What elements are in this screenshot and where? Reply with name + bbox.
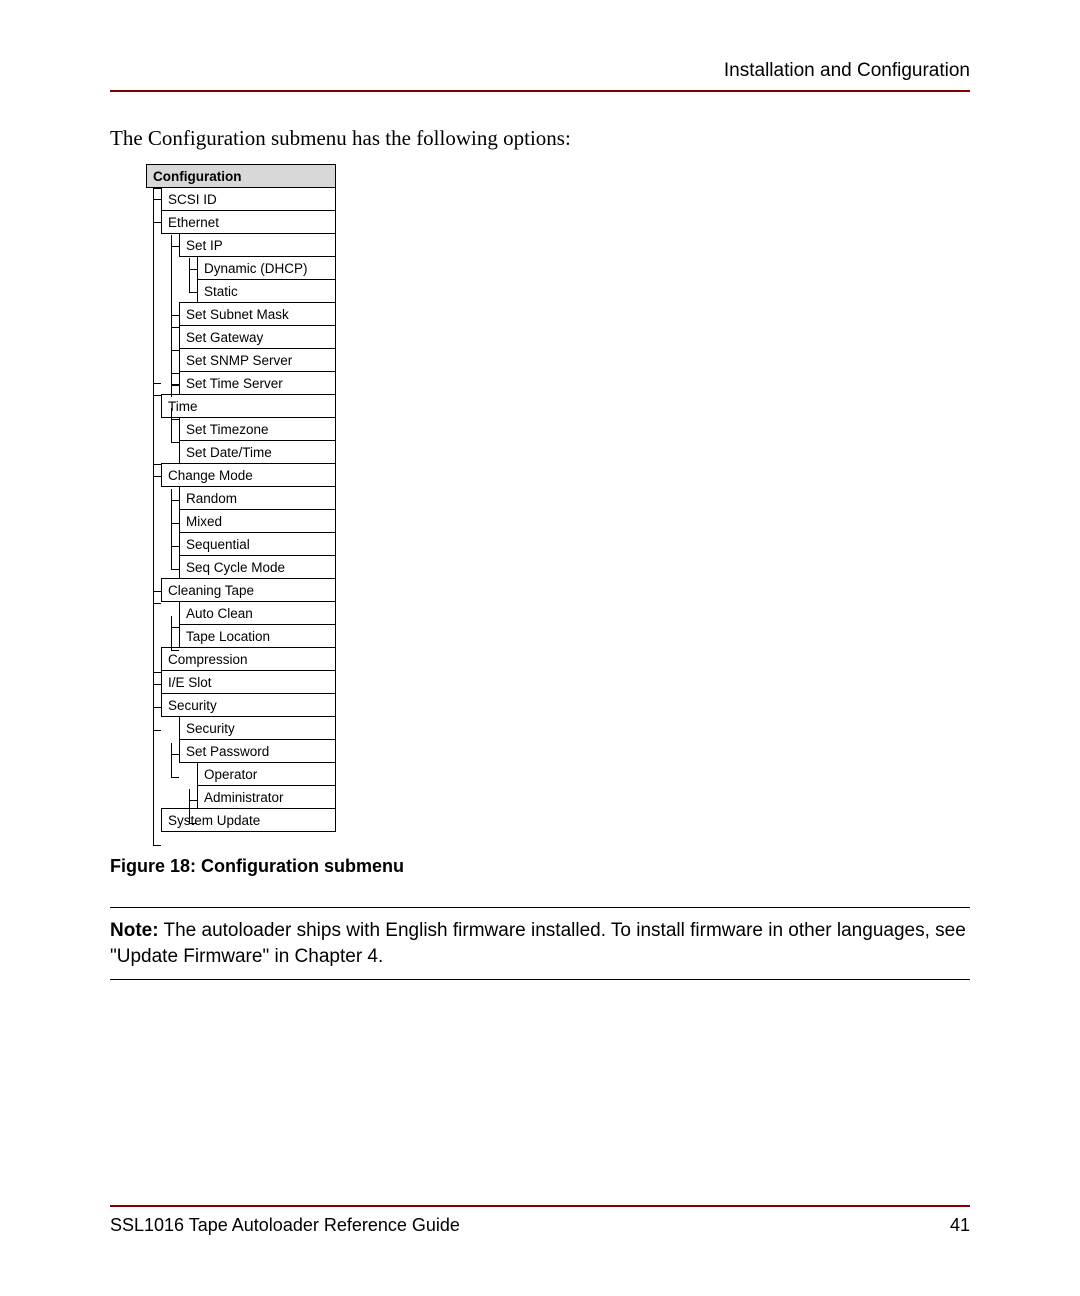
menu-item-auto-clean: Auto Clean <box>179 601 336 625</box>
footer-doc-title: SSL1016 Tape Autoloader Reference Guide <box>110 1215 460 1236</box>
menu-item-snmp: Set SNMP Server <box>179 348 336 372</box>
menu-item-scsi-id: SCSI ID <box>161 187 336 211</box>
footer-page-number: 41 <box>950 1215 970 1236</box>
menu-item-sequential: Sequential <box>179 532 336 556</box>
menu-item-system-update: System Update <box>161 808 336 832</box>
note-label: Note: <box>110 920 159 941</box>
page-footer: SSL1016 Tape Autoloader Reference Guide … <box>110 1205 970 1236</box>
config-menu-tree: Configuration SCSI ID Ethernet Set IP Dy… <box>126 164 336 832</box>
menu-item-dhcp: Dynamic (DHCP) <box>197 256 336 280</box>
figure-caption: Figure 18: Configuration submenu <box>110 856 970 877</box>
menu-item-security: Security <box>161 693 336 717</box>
intro-text: The Configuration submenu has the follow… <box>110 126 970 151</box>
menu-item-datetime: Set Date/Time <box>179 440 336 464</box>
menu-item-seq-cycle: Seq Cycle Mode <box>179 555 336 579</box>
note-block: Note: The autoloader ships with English … <box>110 918 970 969</box>
menu-item-mixed: Mixed <box>179 509 336 533</box>
menu-item-static: Static <box>197 279 336 303</box>
menu-item-set-password: Set Password <box>179 739 336 763</box>
menu-item-set-ip: Set IP <box>179 233 336 257</box>
menu-item-ethernet: Ethernet <box>161 210 336 234</box>
note-rule-top <box>110 907 970 908</box>
note-body: The autoloader ships with English firmwa… <box>110 920 966 967</box>
menu-item-timezone: Set Timezone <box>179 417 336 441</box>
menu-item-compression: Compression <box>161 647 336 671</box>
menu-item-administrator: Administrator <box>197 785 336 809</box>
header-rule <box>110 90 970 92</box>
menu-item-time: Time <box>161 394 336 418</box>
menu-item-gateway: Set Gateway <box>179 325 336 349</box>
menu-item-security-sub: Security <box>179 716 336 740</box>
menu-item-cleaning-tape: Cleaning Tape <box>161 578 336 602</box>
menu-item-random: Random <box>179 486 336 510</box>
menu-item-subnet: Set Subnet Mask <box>179 302 336 326</box>
page: Installation and Configuration The Confi… <box>0 0 1080 1296</box>
menu-header: Configuration <box>146 164 336 188</box>
menu-item-timeserver: Set Time Server <box>179 371 336 395</box>
menu-item-ie-slot: I/E Slot <box>161 670 336 694</box>
section-title: Installation and Configuration <box>110 60 970 82</box>
menu-item-operator: Operator <box>197 762 336 786</box>
footer-rule <box>110 1205 970 1207</box>
menu-item-change-mode: Change Mode <box>161 463 336 487</box>
note-rule-bottom <box>110 979 970 980</box>
menu-item-tape-location: Tape Location <box>179 624 336 648</box>
